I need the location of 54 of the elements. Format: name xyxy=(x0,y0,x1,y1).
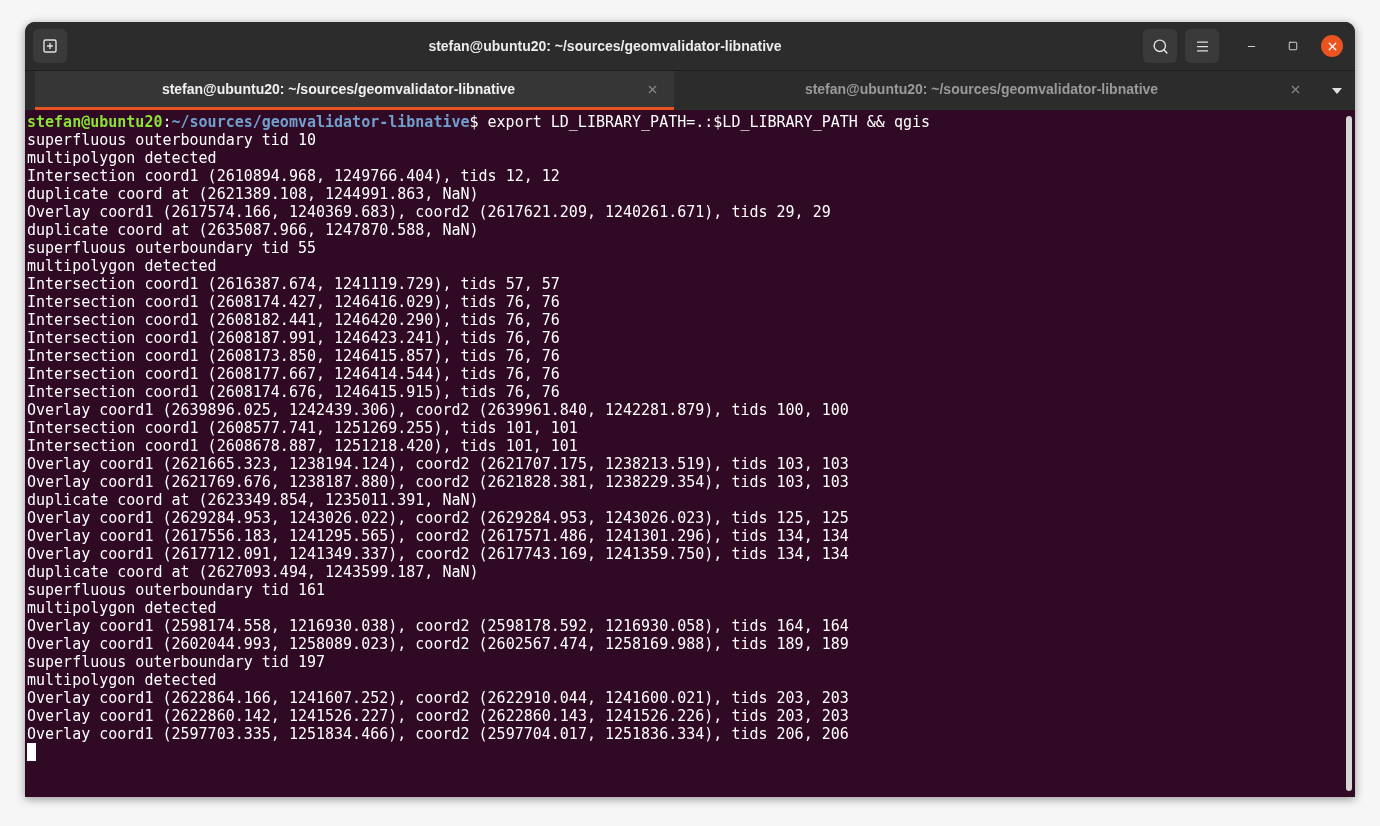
output-line: Overlay coord1 (2617574.166, 1240369.683), coord2 (2617621.209, 1240261.671), tids 29, 29 xyxy=(27,203,831,221)
prompt-symbol: $ xyxy=(469,113,479,131)
output-line: duplicate coord at (2621389.108, 1244991.863, NaN) xyxy=(27,185,479,203)
new-tab-icon xyxy=(42,38,58,54)
output-line: Overlay coord1 (2629284.953, 1243026.022), coord2 (2629284.953, 1243026.023), tids 125, 125 xyxy=(27,509,849,527)
menu-icon xyxy=(1194,38,1210,54)
output-line: duplicate coord at (2635087.966, 1247870.588, NaN) xyxy=(27,221,479,239)
output-line: Intersection coord1 (2608174.427, 1246416.029), tids 76, 76 xyxy=(27,293,560,311)
terminal-tab[interactable]: stefan@ubuntu20: ~/sources/geomvalidator-libnative xyxy=(35,71,674,110)
maximize-icon xyxy=(1288,41,1298,51)
output-line: duplicate coord at (2627093.494, 1243599.187, NaN) xyxy=(27,563,479,581)
output-line: multipolygon detected xyxy=(27,149,217,167)
output-line: Intersection coord1 (2608678.887, 1251218.420), tids 101, 101 xyxy=(27,437,578,455)
prompt-separator: : xyxy=(162,113,172,131)
prompt-user-host: stefan@ubuntu20 xyxy=(27,113,163,131)
output-line: Overlay coord1 (2622860.142, 1241526.227), coord2 (2622860.143, 1241526.226), tids 203, 203 xyxy=(27,707,849,725)
output-line: Intersection coord1 (2608187.991, 1246423.241), tids 76, 76 xyxy=(27,329,560,347)
tab-label: stefan@ubuntu20: ~/sources/geomvalidator-libnative xyxy=(803,79,1160,99)
output-line: multipolygon detected xyxy=(27,599,217,617)
output-line: superfluous outerboundary tid 10 xyxy=(27,131,316,149)
output-line: Overlay coord1 (2598174.558, 1216930.038), coord2 (2598178.592, 1216930.058), tids 164, 164 xyxy=(27,617,849,635)
prompt-path: ~/sources/geomvalidator-libnative xyxy=(171,113,470,131)
output-line: Intersection coord1 (2608173.850, 1246415.857), tids 76, 76 xyxy=(27,347,560,365)
output-line: Intersection coord1 (2616387.674, 1241119.729), tids 57, 57 xyxy=(27,275,560,293)
output-line: Overlay coord1 (2621665.323, 1238194.124), coord2 (2621707.175, 1238213.519), tids 103, 103 xyxy=(27,455,849,473)
output-line: multipolygon detected xyxy=(27,257,217,275)
tab-label: stefan@ubuntu20: ~/sources/geomvalidator-libnative xyxy=(160,79,517,99)
output-line: Intersection coord1 (2608577.741, 1251269.255), tids 101, 101 xyxy=(27,419,578,437)
new-tab-button[interactable] xyxy=(33,29,67,63)
output-line: Overlay coord1 (2617556.183, 1241295.565), coord2 (2617571.486, 1241301.296), tids 134, 134 xyxy=(27,527,849,545)
output-line: Overlay coord1 (2597703.335, 1251834.466), coord2 (2597704.017, 1251836.334), tids 206, 206 xyxy=(27,725,849,743)
output-line: Overlay coord1 (2602044.993, 1258089.023), coord2 (2602567.474, 1258169.988), tids 189, 189 xyxy=(27,635,849,653)
output-line: Intersection coord1 (2610894.968, 1249766.404), tids 12, 12 xyxy=(27,167,560,185)
output-line: multipolygon detected xyxy=(27,671,217,689)
output-line: Intersection coord1 (2608182.441, 1246420.290), tids 76, 76 xyxy=(27,311,560,329)
command-text: export LD_LIBRARY_PATH=.:$LD_LIBRARY_PATH && qgis xyxy=(487,113,931,131)
scrollbar[interactable] xyxy=(1346,116,1352,791)
output-line: Overlay coord1 (2639896.025, 1242439.306), coord2 (2639961.840, 1242281.879), tids 100, 100 xyxy=(27,401,849,419)
output-line: superfluous outerboundary tid 197 xyxy=(27,653,325,671)
close-button[interactable] xyxy=(1321,35,1343,57)
output-line: Intersection coord1 (2608177.667, 1246414.544), tids 76, 76 xyxy=(27,365,560,383)
caret-icon xyxy=(1332,87,1342,94)
search-icon xyxy=(1151,37,1169,55)
search-button[interactable] xyxy=(1143,29,1177,63)
output-line: superfluous outerboundary tid 161 xyxy=(27,581,325,599)
output-line: superfluous outerboundary tid 55 xyxy=(27,239,316,257)
output-line: Overlay coord1 (2622864.166, 1241607.252), coord2 (2622910.044, 1241600.021), tids 203, 203 xyxy=(27,689,849,707)
menu-button[interactable] xyxy=(1185,29,1219,63)
output-line: Intersection coord1 (2608174.676, 1246415.915), tids 76, 76 xyxy=(27,383,560,401)
output-line: Overlay coord1 (2617712.091, 1241349.337), coord2 (2617743.169, 1241359.750), tids 134, 134 xyxy=(27,545,849,563)
output-line: Overlay coord1 (2621769.676, 1238187.880), coord2 (2621828.381, 1238229.354), tids 103, 103 xyxy=(27,473,849,491)
terminal-tab[interactable]: stefan@ubuntu20: ~/sources/geomvalidator-libnative xyxy=(678,71,1317,110)
window-title: stefan@ubuntu20: ~/sources/geomvalidator-libnative xyxy=(428,36,782,56)
output-line: duplicate coord at (2623349.854, 1235011.391, NaN) xyxy=(27,491,479,509)
